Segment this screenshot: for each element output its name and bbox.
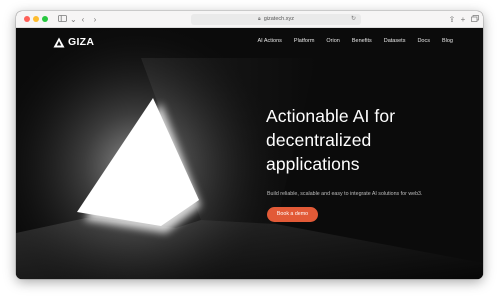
url-text: gizatech.xyz <box>263 16 294 22</box>
chevron-down-icon[interactable]: ⌄ <box>70 14 77 25</box>
plus-icon[interactable]: + <box>459 14 467 25</box>
minimize-window-button[interactable] <box>33 16 39 22</box>
browser-toolbar: ⌄ ‹ › 🔒︎ gizatech.xyz ↻ ⇪ + <box>16 11 483 28</box>
hero-headline: Actionable AI for decentralized applicat… <box>266 104 466 176</box>
nav-item-docs[interactable]: Docs <box>417 38 430 44</box>
sidebar-icon[interactable] <box>57 14 67 25</box>
giza-logo-icon <box>53 37 65 47</box>
top-navigation: GIZA AI Actions Platform Orion Benefits … <box>16 28 483 56</box>
headline-line-2: decentralized <box>266 130 372 150</box>
nav-item-ai-actions[interactable]: AI Actions <box>257 38 281 44</box>
nav-item-benefits[interactable]: Benefits <box>352 38 372 44</box>
zoom-window-button[interactable] <box>42 16 48 22</box>
website: GIZA AI Actions Platform Orion Benefits … <box>16 28 483 279</box>
address-bar[interactable]: 🔒︎ gizatech.xyz ↻ <box>191 14 361 25</box>
nav-item-blog[interactable]: Blog <box>442 38 453 44</box>
close-window-button[interactable] <box>24 16 30 22</box>
reload-icon[interactable]: ↻ <box>351 14 356 25</box>
chevron-right-icon[interactable]: › <box>92 14 98 25</box>
nav-item-datasets[interactable]: Datasets <box>384 38 406 44</box>
browser-window: ⌄ ‹ › 🔒︎ gizatech.xyz ↻ ⇪ + GIZA AI Acti… <box>16 11 483 279</box>
logo-text: GIZA <box>68 36 95 48</box>
headline-line-1: Actionable AI for <box>266 106 396 126</box>
giza-logo[interactable]: GIZA <box>53 36 94 48</box>
nav-item-platform[interactable]: Platform <box>294 38 314 44</box>
nav-menu: AI Actions Platform Orion Benefits Datas… <box>245 38 453 44</box>
hero-subtitle: Build reliable, scalable and easy to int… <box>267 191 423 197</box>
lock-icon: 🔒︎ <box>258 16 261 22</box>
chevron-left-icon[interactable]: ‹ <box>80 14 86 25</box>
nav-item-orion[interactable]: Orion <box>326 38 339 44</box>
headline-line-3: applications <box>266 154 360 174</box>
book-demo-button[interactable]: Book a demo <box>267 207 318 222</box>
tabs-icon[interactable] <box>470 14 479 25</box>
share-icon[interactable]: ⇪ <box>448 14 456 25</box>
